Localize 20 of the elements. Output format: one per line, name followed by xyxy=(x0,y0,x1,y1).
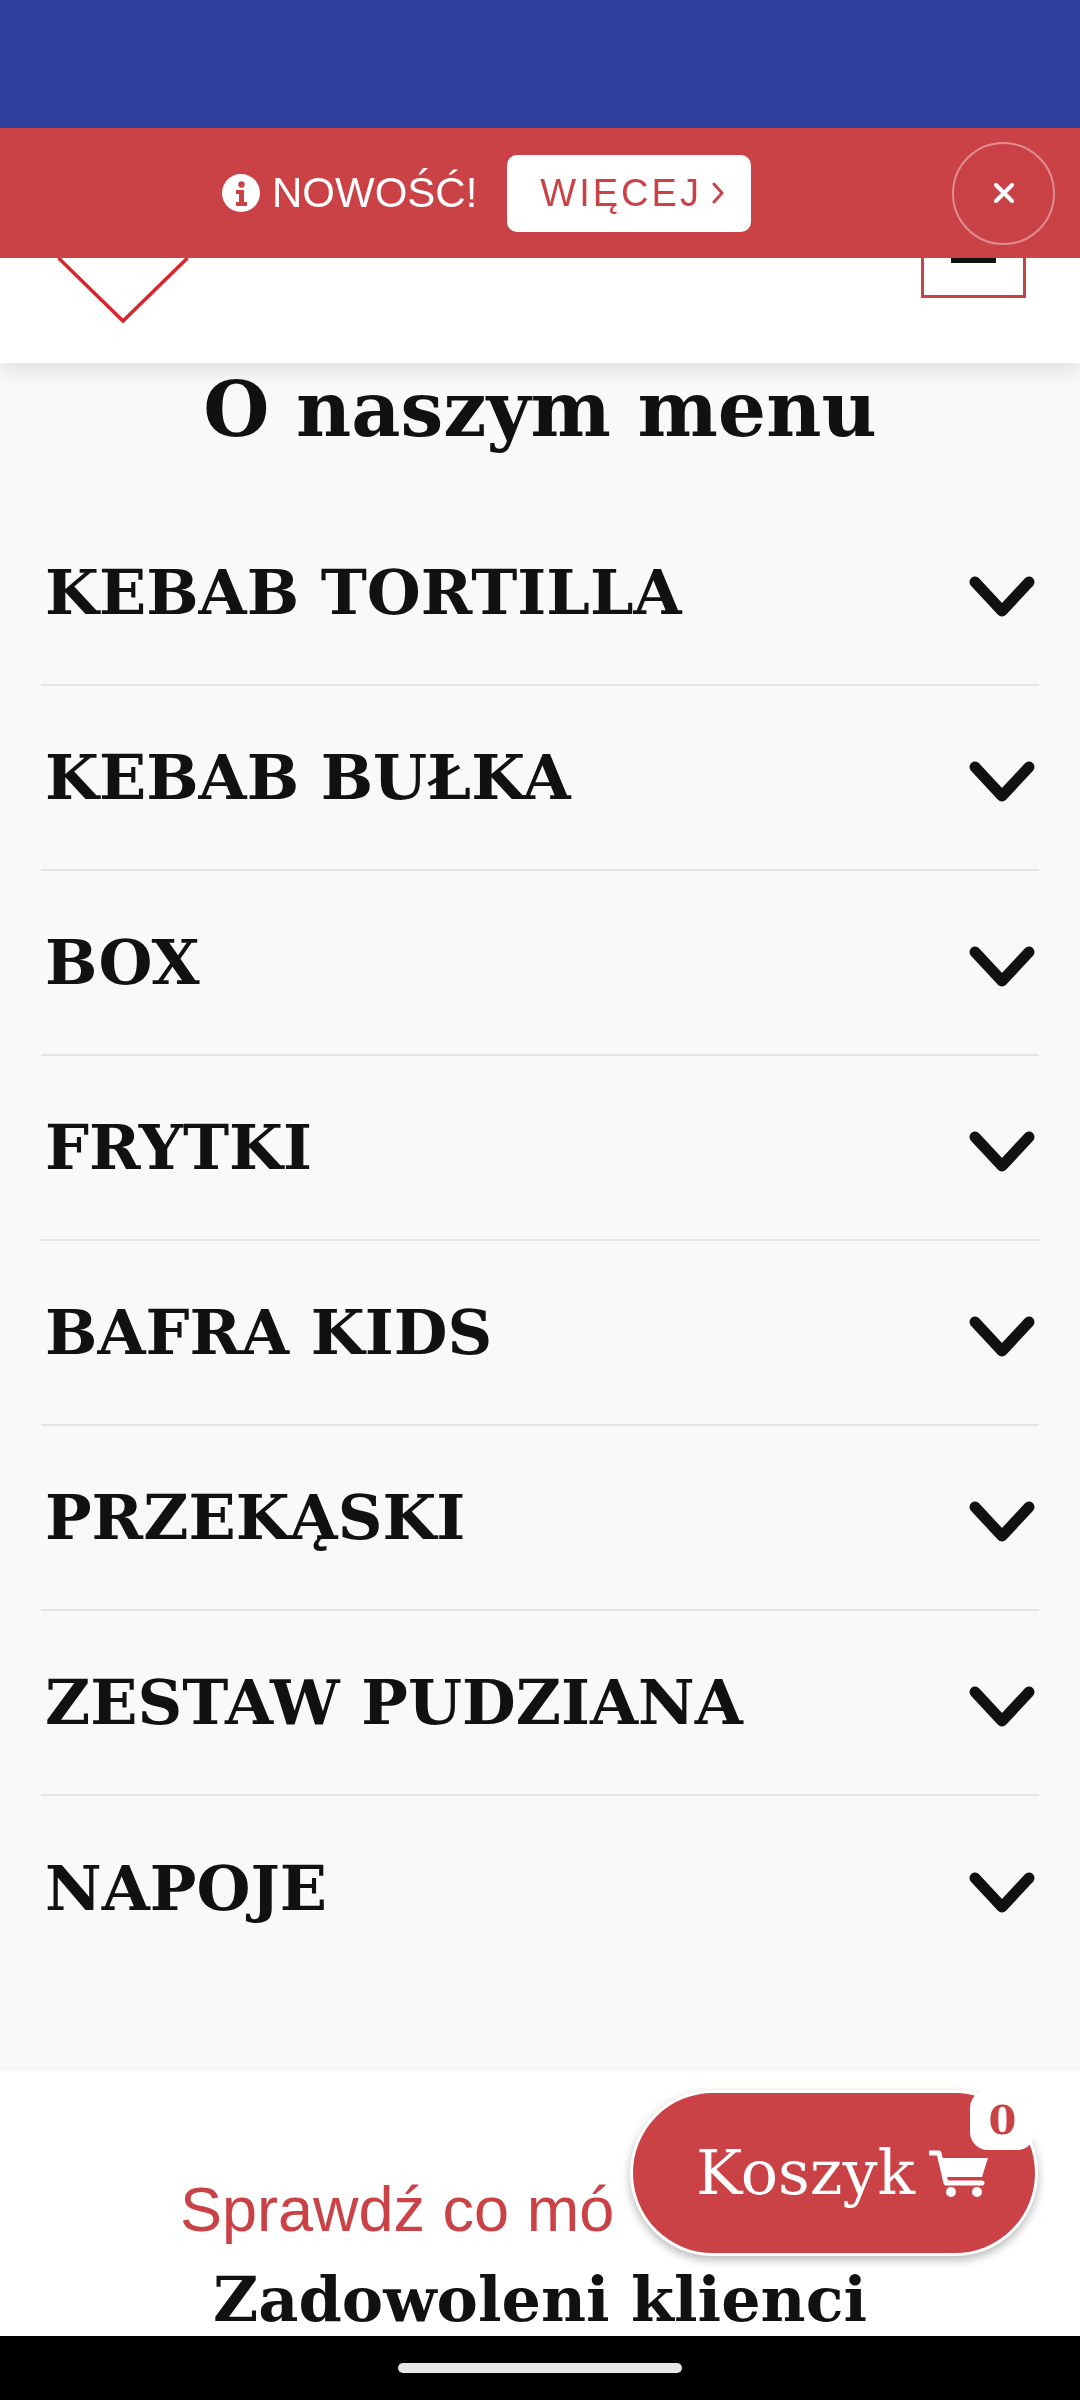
menu-button[interactable] xyxy=(921,258,1026,298)
accordion-item[interactable]: ZESTAW PUDZIANA xyxy=(41,1611,1039,1796)
cart-button[interactable]: Koszyk 0 xyxy=(630,2090,1038,2256)
accordion-item[interactable]: KEBAB BUŁKA xyxy=(41,686,1039,871)
menu-icon xyxy=(951,258,996,263)
accordion-item[interactable]: FRYTKI xyxy=(41,1056,1039,1241)
accordion-item[interactable]: KEBAB TORTILLA xyxy=(41,501,1039,686)
close-icon xyxy=(993,183,1014,203)
accordion-item[interactable]: PRZEKĄSKI xyxy=(41,1426,1039,1611)
testimonials-heading: Zadowoleni klienci xyxy=(213,2264,867,2336)
cart-icon xyxy=(929,2148,990,2198)
accordion-item[interactable]: BAFRA KIDS xyxy=(41,1241,1039,1426)
chevron-right-icon xyxy=(711,182,724,204)
more-button[interactable]: WIĘCEJ xyxy=(507,154,751,232)
section-heading: O naszym menu xyxy=(203,365,877,455)
testimonials-eyebrow: Sprawdź co mó xyxy=(180,2173,615,2245)
accordion-item[interactable]: BOX xyxy=(41,871,1039,1056)
info-icon xyxy=(222,174,260,212)
logo-icon xyxy=(57,258,189,324)
accordion-item[interactable]: NAPOJE xyxy=(41,1796,1039,1981)
